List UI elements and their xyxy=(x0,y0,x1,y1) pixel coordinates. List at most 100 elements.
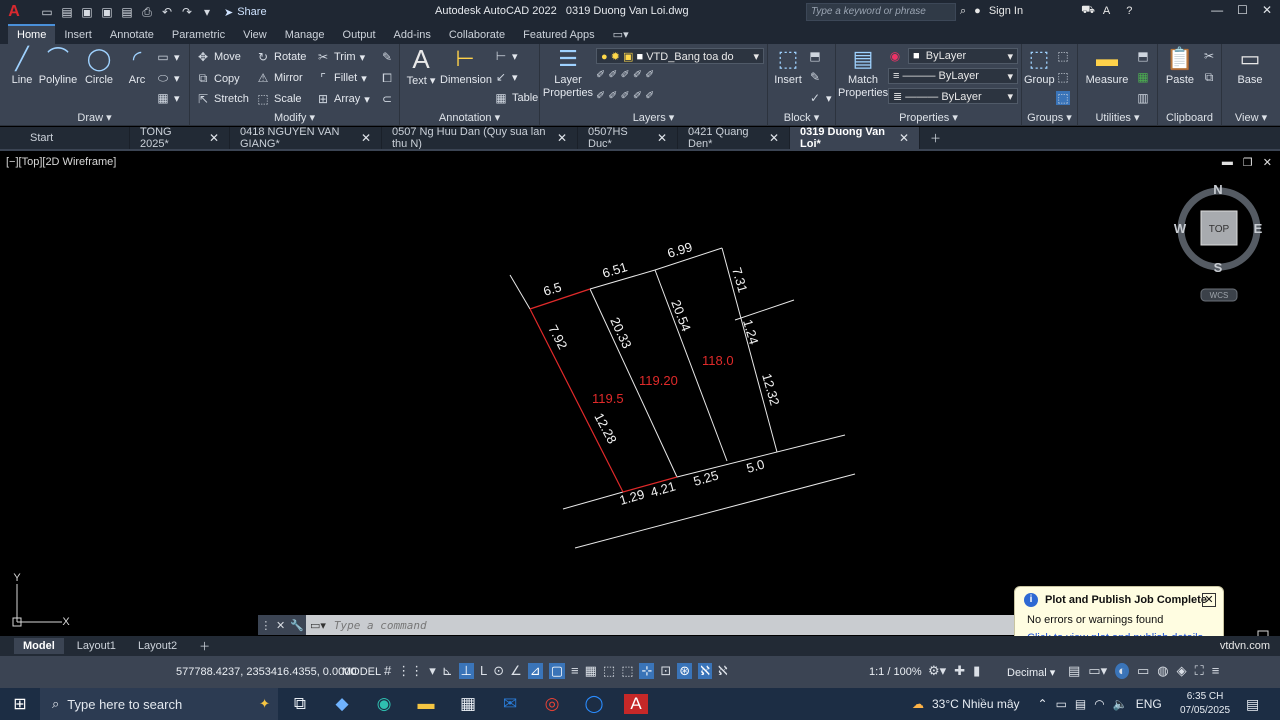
array-button[interactable]: ⊞ Array ▾ xyxy=(316,92,370,106)
close-tab-icon[interactable]: ✕ xyxy=(657,131,667,145)
create-block-tool[interactable]: ⬒ xyxy=(808,49,822,63)
grip-icon[interactable]: ⋮ xyxy=(260,619,271,632)
notification-center-icon[interactable]: ▤ xyxy=(1246,696,1259,713)
lineweight-dropdown[interactable]: ≡ ——— ByLayer ▾ xyxy=(888,68,1018,84)
filter-icon[interactable]: ⊡ xyxy=(660,663,671,679)
erase-button[interactable]: ✎ xyxy=(380,50,394,64)
redo-icon[interactable]: ↷ xyxy=(180,5,194,19)
coordinates-readout[interactable]: 577788.4237, 2353416.4355, 0.0000 xyxy=(176,666,356,678)
tab-collaborate[interactable]: Collaborate xyxy=(440,26,514,44)
view-panel-title[interactable]: View ▾ xyxy=(1222,111,1280,124)
microsoft-store-icon[interactable]: ▦ xyxy=(456,694,480,714)
rectangle-tool[interactable]: ▭ ▾ xyxy=(156,50,179,64)
add-layout-button[interactable]: ＋ xyxy=(190,636,219,656)
viewcube[interactable]: TOP N S W E WCS xyxy=(1174,182,1263,302)
polar-icon[interactable]: L xyxy=(480,663,487,679)
tab-view[interactable]: View xyxy=(234,26,276,44)
command-input[interactable]: Type a command xyxy=(334,619,427,632)
file-explorer-icon[interactable]: ▬ xyxy=(414,694,438,714)
osnap-icon[interactable]: ⊿ xyxy=(527,663,543,679)
offset-button[interactable]: ⊂ xyxy=(380,92,394,106)
lock-ui-icon[interactable]: ▭▾ xyxy=(1088,663,1107,679)
scale-button[interactable]: ⬚ Scale xyxy=(256,92,301,106)
sign-in-button[interactable]: Sign In xyxy=(989,5,1023,17)
menu-icon[interactable]: ≡ xyxy=(1212,663,1220,679)
block-panel-title[interactable]: Block ▾ xyxy=(768,111,835,124)
undo-icon[interactable]: ↶ xyxy=(160,5,174,19)
isolate-objects-icon[interactable]: ◐ xyxy=(1115,663,1129,679)
edge-icon[interactable]: ◉ xyxy=(372,694,396,714)
new-tab-button[interactable]: ＋ xyxy=(920,127,951,149)
lineweight-icon[interactable]: ≡ xyxy=(571,663,579,679)
workspace-gear-icon[interactable]: ⚙▾ xyxy=(928,663,946,679)
doc-tab[interactable]: TONG 2025* ✕ xyxy=(130,126,230,150)
taskbar-search[interactable]: ⌕ Type here to search ✦ xyxy=(40,688,278,720)
hatch-tool[interactable]: ▦ ▾ xyxy=(156,91,179,105)
layer-dropdown[interactable]: ● ✹ ▣ ■ VTD_Bang toa do ▾ xyxy=(596,48,764,64)
close-tab-icon[interactable]: ✕ xyxy=(899,131,909,145)
layer-properties-button[interactable]: ☰ Layer Properties xyxy=(542,46,594,100)
clean-screen-icon[interactable]: ◍ xyxy=(1157,663,1168,679)
mirror-button[interactable]: ⚠ Mirror xyxy=(256,71,303,85)
quick-props-icon[interactable]: ▤ xyxy=(1068,663,1080,679)
gizmo-icon[interactable]: ⊛ xyxy=(677,663,693,679)
cart-icon[interactable]: ⛟ xyxy=(1081,4,1095,18)
3d-osnap-icon[interactable]: ⬚ xyxy=(621,663,633,679)
network-icon[interactable]: ▤ xyxy=(1075,697,1086,711)
windows-start-icon[interactable]: ⊞ xyxy=(0,688,40,720)
snap-icon[interactable]: ⋮⋮ xyxy=(397,663,423,679)
autocad-taskbar-icon[interactable]: A xyxy=(624,694,648,714)
help-icon[interactable]: ? xyxy=(1126,5,1132,17)
notification-close-icon[interactable]: ✕ xyxy=(1202,593,1216,607)
color-wheel-icon[interactable]: ◉ xyxy=(888,49,902,63)
arc-button[interactable]: ◜ Arc xyxy=(122,46,152,86)
doc-tab-start[interactable]: Start xyxy=(0,127,130,149)
linetype-dropdown[interactable]: ≣ ——— ByLayer ▾ xyxy=(888,88,1018,104)
open-icon[interactable]: ▤ xyxy=(60,5,74,19)
chrome-icon[interactable]: ◎ xyxy=(540,694,564,714)
color-dropdown[interactable]: ■ ByLayer ▾ xyxy=(908,48,1018,64)
hardware-accel-icon[interactable]: ▭ xyxy=(1137,663,1149,679)
tab-insert[interactable]: Insert xyxy=(55,26,101,44)
doc-tab-active[interactable]: 0319 Duong Van Loi* ✕ xyxy=(790,126,920,150)
close-command-icon[interactable]: ✕ xyxy=(276,619,285,632)
volume-icon[interactable]: 🔈 xyxy=(1113,697,1128,711)
edit-block-tool[interactable]: ✎ xyxy=(808,70,822,84)
isodraft-icon[interactable]: ⊙ xyxy=(493,663,504,679)
table-button[interactable]: ▦ Table xyxy=(494,91,538,105)
annotation-visibility-icon[interactable]: ℵ xyxy=(698,663,712,679)
layer-tools-row1[interactable]: ✐ ✐ ✐ ✐ ✐ xyxy=(596,68,654,81)
zalo-icon[interactable]: ◯ xyxy=(582,694,606,714)
doc-tab[interactable]: 0421 Quang Den* ✕ xyxy=(678,126,790,150)
utilities-panel-title[interactable]: Utilities ▾ xyxy=(1078,111,1157,124)
tab-annotate[interactable]: Annotate xyxy=(101,26,163,44)
close-tab-icon[interactable]: ✕ xyxy=(557,131,567,145)
infer-icon[interactable]: ⊾ xyxy=(442,663,453,679)
doc-tab[interactable]: 0507HS Duc* ✕ xyxy=(578,126,678,150)
weather-icon[interactable]: ☁ xyxy=(912,697,924,711)
command-history-icon[interactable]: ▭▾ xyxy=(310,619,326,632)
groups-panel-title[interactable]: Groups ▾ xyxy=(1022,111,1077,124)
search-icon[interactable]: ⌕ xyxy=(960,5,966,18)
save-as-icon[interactable]: ▣ xyxy=(100,5,114,19)
maximize-icon[interactable]: ☐ xyxy=(1237,3,1248,17)
task-view-icon[interactable]: ⧉ xyxy=(288,694,312,714)
tab-manage[interactable]: Manage xyxy=(276,26,334,44)
close-icon[interactable]: ✕ xyxy=(1262,3,1272,17)
save-icon[interactable]: ▣ xyxy=(80,5,94,19)
explode-button[interactable]: ⧠ xyxy=(380,71,394,86)
tab-add-ins[interactable]: Add-ins xyxy=(385,26,440,44)
plot-icon[interactable]: ▤ xyxy=(120,5,134,19)
weather-text[interactable]: 33°C Nhiều mây xyxy=(932,697,1020,711)
ortho-icon[interactable]: ⊥ xyxy=(458,663,474,679)
command-line[interactable]: ⋮ ✕ 🔧 ▭▾ Type a command xyxy=(258,615,1015,635)
new-icon[interactable]: ▭ xyxy=(40,5,54,19)
print-icon[interactable]: ⎙ xyxy=(140,5,154,20)
autodesk-app-icon[interactable]: A xyxy=(1103,5,1110,17)
doc-tab[interactable]: 0418 NGUYEN VAN GIANG* ✕ xyxy=(230,126,382,150)
modify-panel-title[interactable]: Modify ▾ xyxy=(190,111,399,124)
group-edit-tool[interactable]: ⬚ xyxy=(1056,70,1070,84)
share-button[interactable]: ➤ Share xyxy=(224,6,267,19)
trim-button[interactable]: ✂ Trim ▾ xyxy=(316,50,365,64)
tab-layout2[interactable]: Layout2 xyxy=(129,638,186,654)
